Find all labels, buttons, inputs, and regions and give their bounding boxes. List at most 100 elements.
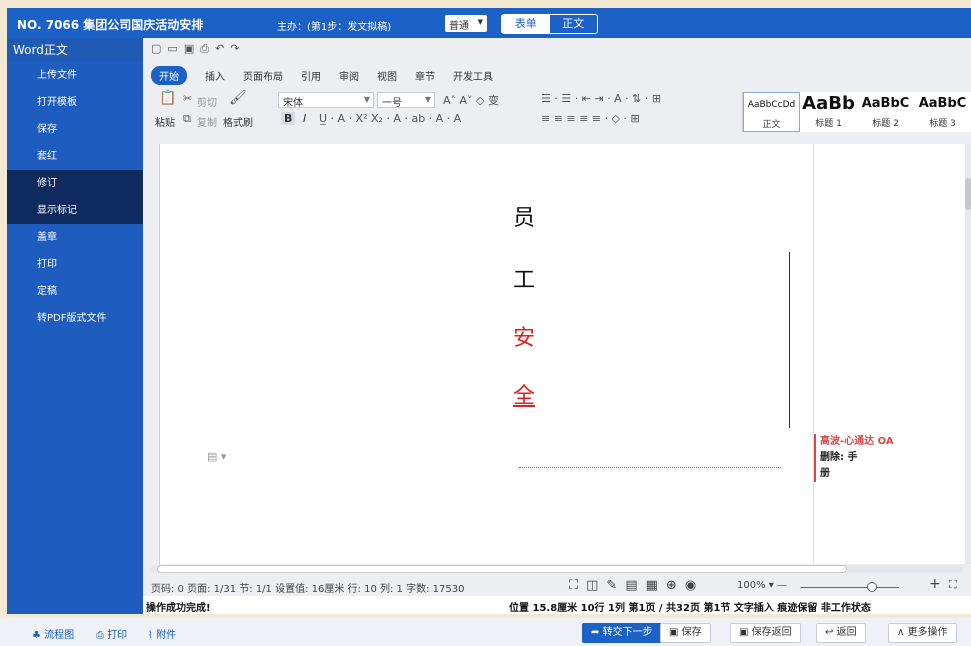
flowchart-link[interactable]: ♣ 流程图 bbox=[32, 626, 74, 641]
more-actions-label: 更多操作 bbox=[907, 627, 948, 638]
save-return-button[interactable]: ▣ 保存返回 bbox=[730, 623, 801, 643]
format-painter-label[interactable]: 格式刷 bbox=[223, 114, 253, 129]
paste-label[interactable]: 粘贴 bbox=[155, 114, 175, 129]
chevron-up-icon: ∧ bbox=[897, 627, 905, 638]
return-button[interactable]: ↩ 返回 bbox=[816, 623, 866, 643]
sidebar-item-stamp[interactable]: 盖章 bbox=[7, 224, 143, 251]
attachment-link[interactable]: ⌇ 附件 bbox=[148, 626, 176, 641]
printer-icon: ⎙ bbox=[96, 630, 104, 641]
horizontal-scroll-thumb[interactable] bbox=[157, 565, 847, 573]
paste-icon[interactable]: 📋 bbox=[159, 90, 176, 106]
tab-view[interactable]: 视图 bbox=[377, 68, 397, 83]
priority-select-value: 普通 bbox=[449, 21, 469, 32]
info-bar: 操作成功完成! 位置 15.8厘米 10行 1列 第1页 / 共32页 第1节 … bbox=[143, 596, 971, 614]
cut-label[interactable]: 剪切 bbox=[197, 94, 217, 109]
submit-next-button[interactable]: ➦ 转交下一步 bbox=[582, 623, 662, 643]
style-label: 正文 bbox=[762, 120, 781, 130]
tab-body[interactable]: 正文 bbox=[549, 15, 597, 33]
page-margin-line bbox=[159, 144, 160, 564]
save-button[interactable]: ▣ 保存 bbox=[660, 623, 711, 643]
paste-options-icon[interactable]: ▤ ▾ bbox=[207, 450, 226, 463]
text-effects-icon[interactable]: U̲ · A · X² X₂ · A · ab · A · A bbox=[319, 112, 461, 125]
comment-text-cont: 册 bbox=[820, 468, 830, 479]
cursor-position-info: 位置 15.8厘米 10行 1列 第1页 / 共32页 第1节 文字插入 痕迹保… bbox=[509, 603, 871, 614]
sidebar-item-save[interactable]: 保存 bbox=[7, 116, 143, 143]
tab-insert[interactable]: 插入 bbox=[205, 68, 225, 83]
style-heading-3[interactable]: AaBbC 标题 3 bbox=[914, 92, 971, 132]
tab-review[interactable]: 审阅 bbox=[339, 68, 359, 83]
tab-form[interactable]: 表单 bbox=[502, 15, 550, 33]
doc-char: 工 bbox=[513, 268, 536, 293]
zoom-level[interactable]: 100% ▾ — bbox=[737, 580, 787, 591]
copy-icon[interactable]: ⧉ bbox=[183, 112, 191, 126]
comment-text: 删除: 手 bbox=[820, 452, 858, 463]
sidebar-item-print[interactable]: 打印 bbox=[7, 251, 143, 278]
revision-comment[interactable]: 高波-心通达 OA 删除: 手 册 bbox=[814, 434, 894, 482]
page-view-icon[interactable]: ▤ bbox=[625, 578, 637, 593]
priority-select[interactable]: 普通 ▼ bbox=[445, 15, 487, 32]
sidebar-item-open-template[interactable]: 打开模板 bbox=[7, 89, 143, 116]
print-link[interactable]: ⎙ 打印 bbox=[96, 626, 127, 641]
zoom-value: 100% bbox=[737, 580, 766, 591]
more-actions-button[interactable]: ∧ 更多操作 bbox=[888, 623, 957, 643]
style-normal[interactable]: AaBbCcDd 正文 bbox=[743, 92, 800, 132]
tab-developer[interactable]: 开发工具 bbox=[453, 68, 493, 83]
attachment-label: 附件 bbox=[156, 630, 177, 641]
vertical-scrollbar[interactable] bbox=[965, 144, 971, 564]
fit-window-icon[interactable]: ⛶ bbox=[949, 578, 957, 592]
alignment-tools-icon[interactable]: ≡ ≡ ≡ ≡ ≡ · ◇ · ⊞ bbox=[541, 112, 640, 125]
sidebar-item-finalize[interactable]: 定稿 bbox=[7, 278, 143, 305]
send-icon: ➦ bbox=[591, 627, 600, 638]
document-page[interactable]: 员 工 安 全 ▤ ▾ bbox=[159, 144, 813, 564]
eye-icon[interactable]: ◉ bbox=[685, 578, 696, 593]
flowchart-icon: ♣ bbox=[32, 630, 41, 641]
font-size-select[interactable]: 一号 ▼ bbox=[377, 92, 435, 109]
save-icon[interactable]: ▣ bbox=[184, 42, 194, 58]
chevron-down-icon: ▼ bbox=[363, 95, 370, 104]
undo-icon[interactable]: ↶ bbox=[215, 42, 224, 58]
sidebar-item-revise[interactable]: 修订 bbox=[7, 170, 143, 197]
sidebar-item-to-pdf[interactable]: 转PDF版式文件 bbox=[7, 305, 143, 332]
save-label: 保存 bbox=[681, 627, 702, 638]
sidebar-head: Word正文 bbox=[7, 38, 143, 62]
italic-icon[interactable]: I bbox=[303, 112, 306, 125]
zoom-slider-handle[interactable] bbox=[867, 582, 877, 592]
open-folder-icon[interactable]: ▭ bbox=[167, 42, 177, 58]
chevron-down-icon: ▼ bbox=[477, 18, 483, 26]
font-name-select[interactable]: 宋体 ▼ bbox=[278, 92, 374, 109]
chevron-down-icon: ▼ bbox=[424, 95, 431, 104]
scissors-icon[interactable]: ✂ bbox=[183, 92, 192, 105]
fullscreen-icon[interactable]: ⛶ bbox=[569, 578, 578, 593]
font-name-value: 宋体 bbox=[283, 98, 303, 109]
zoom-slider-track[interactable] bbox=[801, 587, 899, 588]
tab-references[interactable]: 引用 bbox=[301, 68, 321, 83]
outline-view-icon[interactable]: ▦ bbox=[646, 578, 658, 593]
style-heading-2[interactable]: AaBbC 标题 2 bbox=[857, 92, 914, 132]
sidebar-item-red-header[interactable]: 套红 bbox=[7, 143, 143, 170]
paragraph-tools-icon[interactable]: ☰ · ☰ · ⇤ ⇥ · A · ⇅ · ⊞ bbox=[541, 92, 661, 105]
style-preview: AaBbC bbox=[861, 96, 910, 111]
sidebar-item-show-marks[interactable]: 显示标记 bbox=[7, 197, 143, 224]
zoom-in-icon[interactable]: + bbox=[929, 576, 941, 592]
save-return-label: 保存返回 bbox=[751, 627, 792, 638]
style-heading-1[interactable]: AaBb 标题 1 bbox=[800, 92, 857, 132]
new-doc-icon[interactable]: ▢ bbox=[151, 42, 161, 58]
copy-label[interactable]: 复制 bbox=[197, 114, 217, 129]
bold-icon[interactable]: B bbox=[281, 112, 296, 125]
tab-section[interactable]: 章节 bbox=[415, 68, 435, 83]
style-label: 标题 2 bbox=[872, 119, 899, 129]
sidebar-item-upload[interactable]: 上传文件 bbox=[7, 62, 143, 89]
font-size-controls-icon[interactable]: A˄ A˅ ◇ 变 bbox=[443, 92, 499, 108]
tab-page-layout[interactable]: 页面布局 bbox=[243, 68, 283, 83]
vertical-scroll-thumb[interactable] bbox=[965, 178, 971, 210]
redo-icon[interactable]: ↷ bbox=[230, 42, 239, 58]
horizontal-scrollbar[interactable] bbox=[151, 565, 963, 573]
pen-icon[interactable]: ✎ bbox=[606, 578, 617, 593]
document-title: NO. 7066 集团公司国庆活动安排 bbox=[17, 18, 204, 32]
reading-view-icon[interactable]: ◫ bbox=[586, 578, 598, 593]
print-icon[interactable]: ⎙ bbox=[200, 42, 209, 58]
web-view-icon[interactable]: ⊕ bbox=[666, 578, 677, 593]
paperclip-icon: ⌇ bbox=[148, 630, 153, 641]
format-painter-icon[interactable]: 🖌 bbox=[229, 90, 247, 106]
tab-home[interactable]: 开始 bbox=[151, 65, 187, 85]
